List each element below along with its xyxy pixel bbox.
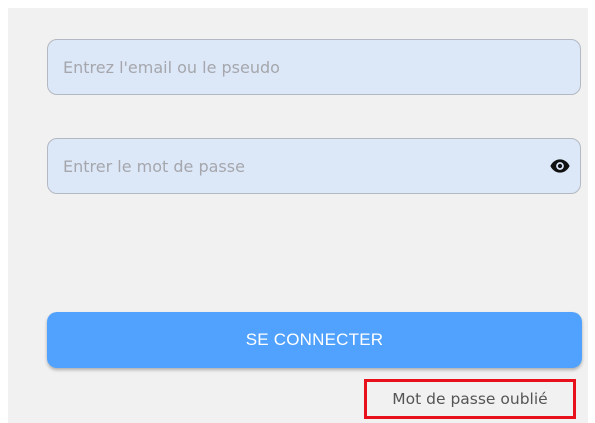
eye-icon[interactable]	[550, 158, 570, 174]
password-field[interactable]	[48, 139, 580, 193]
password-field-container	[47, 138, 581, 194]
email-field-container	[47, 39, 581, 95]
forgot-password-link[interactable]: Mot de passe oublié	[364, 379, 576, 419]
login-button[interactable]: SE CONNECTER	[47, 312, 582, 368]
email-field[interactable]	[48, 40, 580, 94]
